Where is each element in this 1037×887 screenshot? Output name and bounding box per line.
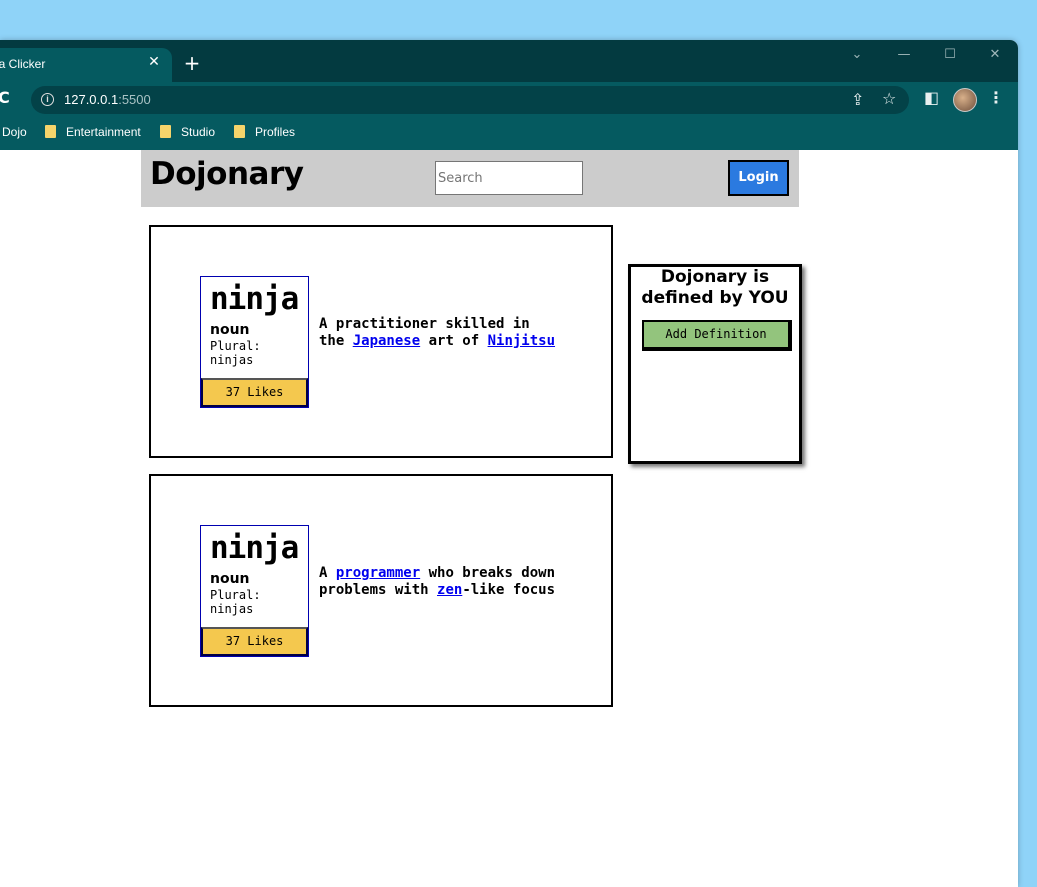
search-input[interactable] bbox=[435, 161, 583, 195]
share-icon[interactable]: ⇪ bbox=[851, 92, 864, 108]
browser-window: Ninja Clicker ✕ + ⌄ — ☐ ✕ C i 127.0.0.1:… bbox=[0, 40, 1018, 887]
site-header: Dojonary Login bbox=[141, 150, 799, 207]
definition-link-ninjitsu[interactable]: Ninjitsu bbox=[488, 333, 555, 349]
plural-value: ninjas bbox=[210, 602, 254, 616]
definition-entry: ninja noun Plural: ninjas 37 Likes A pra… bbox=[149, 225, 613, 458]
side-panel-icon[interactable]: ◧ bbox=[924, 90, 939, 106]
likes-button[interactable]: 37 Likes bbox=[201, 627, 308, 656]
definition-part: art of bbox=[420, 333, 488, 349]
site-logo: Dojonary bbox=[150, 156, 304, 192]
tab-title: Ninja Clicker bbox=[0, 57, 46, 71]
panel-title: Dojonary is defined by YOU bbox=[641, 267, 789, 308]
folder-icon bbox=[234, 125, 245, 138]
maximize-icon[interactable]: ☐ bbox=[938, 48, 962, 64]
definition-text: A programmer who breaks down problems wi… bbox=[319, 565, 559, 599]
login-button[interactable]: Login bbox=[728, 160, 789, 196]
bookmark-label: Studio bbox=[181, 125, 216, 139]
tab-close-icon[interactable]: ✕ bbox=[147, 54, 161, 70]
part-of-speech: noun bbox=[210, 571, 250, 587]
plural-info: Plural: ninjas bbox=[210, 339, 261, 367]
new-tab-icon[interactable]: + bbox=[182, 53, 202, 73]
page-viewport: Dojonary Login ninja noun Plural: ninjas… bbox=[0, 150, 1018, 887]
part-of-speech: noun bbox=[210, 322, 250, 338]
definition-part: A bbox=[319, 565, 336, 581]
add-definition-panel: Dojonary is defined by YOU Add Definitio… bbox=[628, 264, 802, 464]
word-card: ninja noun Plural: ninjas 37 Likes bbox=[200, 276, 309, 408]
definition-part: -like focus bbox=[462, 582, 556, 598]
plural-info: Plural: ninjas bbox=[210, 588, 261, 616]
bookmark-label: Entertainment bbox=[66, 125, 141, 139]
likes-button[interactable]: 37 Likes bbox=[201, 378, 308, 407]
profile-avatar[interactable] bbox=[953, 88, 977, 112]
bookmarks-bar: Dojo Entertainment Studio Profiles bbox=[0, 116, 1018, 150]
url-port: :5500 bbox=[118, 92, 151, 107]
tab-strip: Ninja Clicker ✕ + ⌄ — ☐ ✕ bbox=[0, 40, 1018, 82]
definition-link-japanese[interactable]: Japanese bbox=[353, 333, 420, 349]
plural-value: ninjas bbox=[210, 353, 254, 367]
tab-search-icon[interactable]: ⌄ bbox=[845, 48, 869, 64]
add-definition-button[interactable]: Add Definition bbox=[642, 320, 792, 351]
word-title: ninja bbox=[210, 530, 299, 566]
bookmark-dojo[interactable]: Dojo bbox=[2, 125, 27, 139]
minimize-icon[interactable]: — bbox=[892, 48, 916, 64]
close-window-icon[interactable]: ✕ bbox=[983, 48, 1007, 64]
browser-tab[interactable]: Ninja Clicker ✕ bbox=[0, 48, 172, 82]
definition-entry: ninja noun Plural: ninjas 37 Likes A pro… bbox=[149, 474, 613, 707]
bookmark-star-icon[interactable]: ☆ bbox=[882, 91, 896, 107]
url-text: 127.0.0.1:5500 bbox=[64, 92, 151, 107]
site-info-icon[interactable]: i bbox=[41, 93, 54, 106]
folder-icon bbox=[45, 125, 56, 138]
definition-text: A practitioner skilled in the Japanese a… bbox=[319, 316, 559, 350]
bookmark-profiles[interactable]: Profiles bbox=[234, 125, 295, 139]
word-card: ninja noun Plural: ninjas 37 Likes bbox=[200, 525, 309, 657]
reload-icon[interactable]: C bbox=[0, 90, 10, 106]
bookmark-studio[interactable]: Studio bbox=[160, 125, 215, 139]
plural-label: Plural: bbox=[210, 339, 261, 353]
definition-link-programmer[interactable]: programmer bbox=[336, 565, 420, 581]
bookmark-label: Profiles bbox=[255, 125, 296, 139]
address-bar[interactable]: i 127.0.0.1:5500 ⇪ ☆ bbox=[31, 86, 909, 114]
folder-icon bbox=[160, 125, 171, 138]
browser-toolbar: C i 127.0.0.1:5500 ⇪ ☆ ◧ ⋮ bbox=[0, 82, 1018, 116]
plural-label: Plural: bbox=[210, 588, 261, 602]
url-host: 127.0.0.1 bbox=[64, 92, 119, 107]
word-title: ninja bbox=[210, 281, 299, 317]
definition-link-zen[interactable]: zen bbox=[437, 582, 462, 598]
bookmark-entertainment[interactable]: Entertainment bbox=[45, 125, 141, 139]
menu-kebab-icon[interactable]: ⋮ bbox=[988, 90, 1004, 106]
